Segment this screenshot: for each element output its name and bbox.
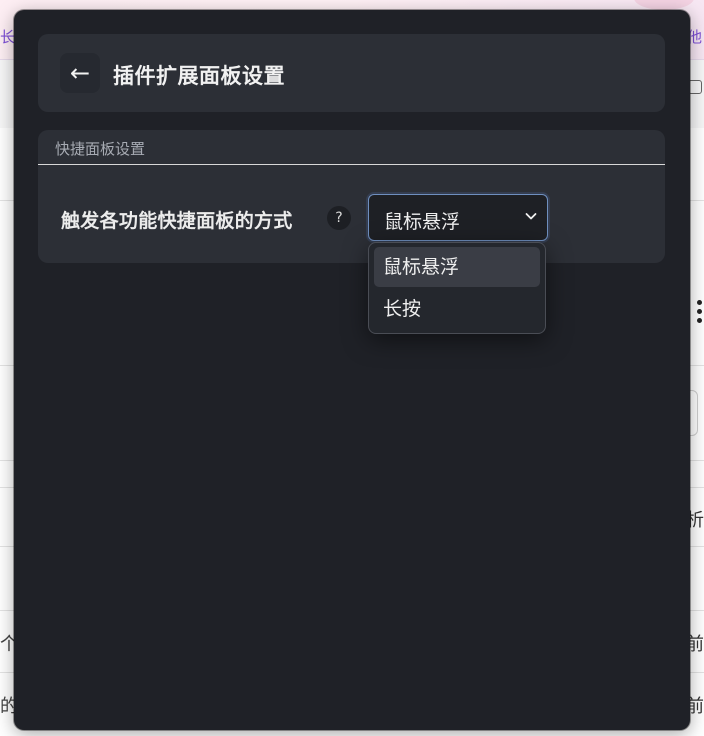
background-decoration (634, 0, 694, 10)
chevron-down-icon (525, 213, 537, 220)
help-icon[interactable]: ? (327, 206, 351, 230)
dropdown-option-hover[interactable]: 鼠标悬浮 (374, 247, 540, 287)
trigger-mode-dropdown: 鼠标悬浮 长按 (368, 242, 546, 334)
trigger-mode-select[interactable]: 鼠标悬浮 (368, 194, 548, 241)
panel-header: ← 插件扩展面板设置 (38, 34, 665, 112)
background-edit-icon[interactable] (688, 80, 702, 94)
dropdown-option-long-press[interactable]: 长按 (374, 289, 540, 329)
quick-panel-settings-card: 快捷面板设置 触发各功能快捷面板的方式 ? 鼠标悬浮 (38, 130, 665, 263)
page-title: 插件扩展面板设置 (113, 64, 285, 88)
extension-settings-panel: ← 插件扩展面板设置 快捷面板设置 触发各功能快捷面板的方式 ? 鼠标悬浮 鼠标… (14, 10, 690, 730)
back-button[interactable]: ← (60, 53, 100, 93)
section-divider (38, 164, 665, 165)
background-more-icon[interactable] (697, 300, 702, 323)
select-current-value: 鼠标悬浮 (384, 211, 461, 233)
trigger-mode-label: 触发各功能快捷面板的方式 (61, 210, 293, 232)
section-title: 快捷面板设置 (55, 140, 146, 158)
